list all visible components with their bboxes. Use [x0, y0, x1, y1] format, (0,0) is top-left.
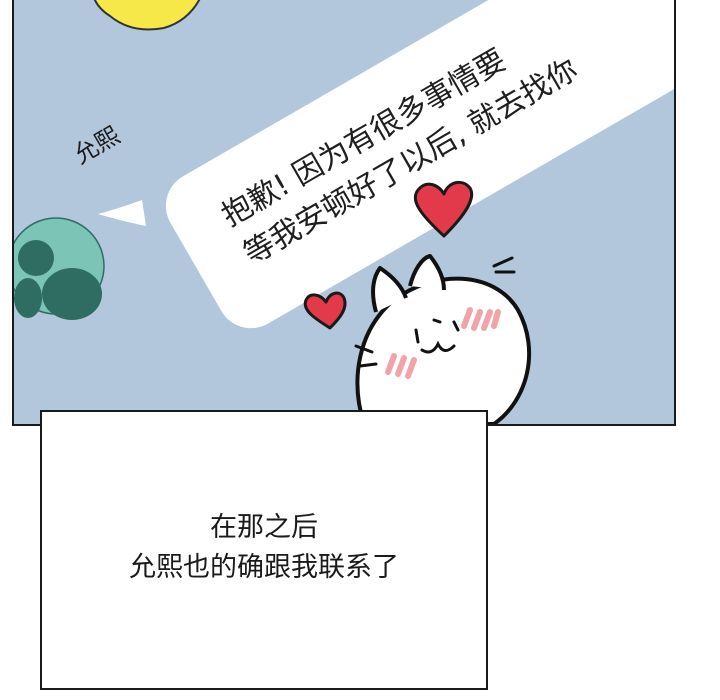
cat-doodle — [354, 254, 532, 424]
heart-icon — [303, 291, 347, 330]
yellow-bubble — [93, 0, 201, 31]
speech-bubble-tail — [98, 200, 146, 226]
avatar-icon — [14, 217, 105, 320]
comic-panel: 允熙 抱歉! 因为有很多事情要 等我安顿好了以后, 就去找你 — [12, 0, 676, 426]
narration-line: 在那之后 — [210, 512, 318, 543]
narration-text: 在那之后 允熙也的确跟我联系了 — [42, 508, 486, 588]
narration-line: 允熙也的确跟我联系了 — [129, 552, 399, 583]
narration-box: 在那之后 允熙也的确跟我联系了 — [40, 410, 488, 690]
